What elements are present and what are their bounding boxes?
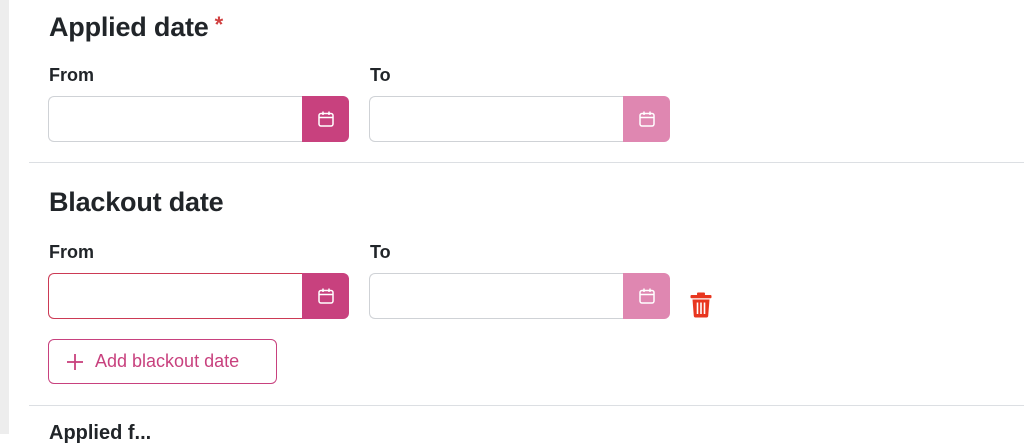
trash-icon bbox=[690, 292, 712, 318]
calendar-icon bbox=[317, 111, 334, 127]
applied-date-title-text: Applied date bbox=[49, 12, 209, 42]
applied-to-input[interactable] bbox=[369, 96, 623, 142]
blackout-date-title: Blackout date bbox=[49, 187, 224, 217]
calendar-icon bbox=[638, 288, 655, 304]
blackout-to-calendar-button[interactable] bbox=[623, 273, 670, 319]
blackout-from-input[interactable] bbox=[48, 273, 302, 319]
applied-from-label: From bbox=[49, 65, 94, 85]
delete-blackout-button[interactable] bbox=[690, 292, 712, 318]
applied-from-date-picker bbox=[48, 96, 349, 142]
section-divider bbox=[29, 162, 1024, 163]
add-blackout-date-button[interactable]: Add blackout date bbox=[48, 339, 277, 384]
calendar-icon bbox=[638, 111, 655, 127]
calendar-icon bbox=[317, 288, 334, 304]
applied-from-input[interactable] bbox=[48, 96, 302, 142]
section-divider bbox=[29, 405, 1024, 406]
blackout-to-date-picker bbox=[369, 273, 670, 319]
applied-to-label: To bbox=[370, 65, 391, 85]
plus-icon bbox=[67, 353, 83, 370]
blackout-from-label: From bbox=[49, 242, 94, 262]
blackout-to-label: To bbox=[370, 242, 391, 262]
blackout-from-calendar-button[interactable] bbox=[302, 273, 349, 319]
blackout-to-input[interactable] bbox=[369, 273, 623, 319]
add-blackout-date-label: Add blackout date bbox=[95, 351, 240, 371]
blackout-from-date-picker bbox=[48, 273, 349, 319]
applied-to-date-picker bbox=[369, 96, 670, 142]
applied-from-calendar-button[interactable] bbox=[302, 96, 349, 142]
applied-to-calendar-button[interactable] bbox=[623, 96, 670, 142]
required-marker: * bbox=[214, 12, 224, 37]
left-rail bbox=[0, 0, 9, 434]
applied-date-title: Applied date * bbox=[49, 12, 223, 43]
